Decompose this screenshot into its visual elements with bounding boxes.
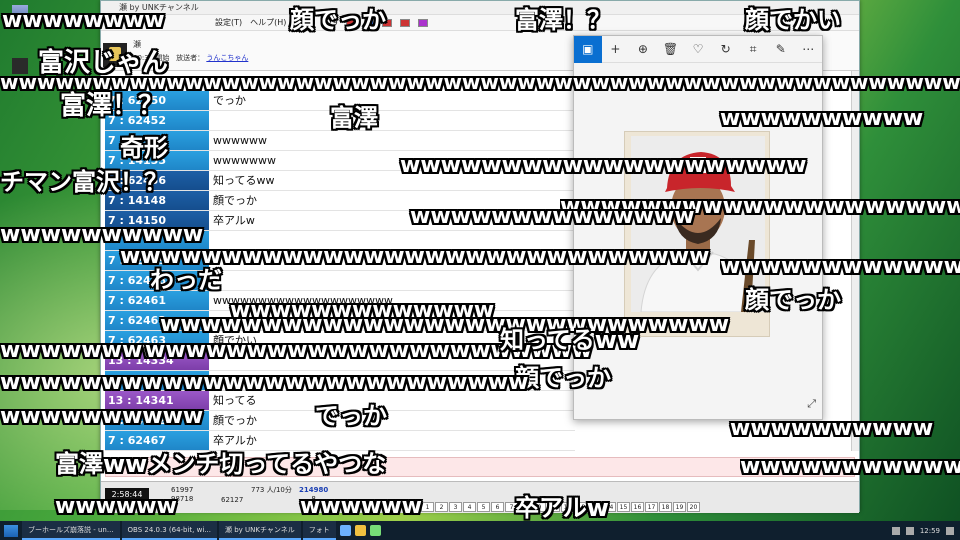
taskbar-task[interactable]: 瀬 by UNKチャンネル [218, 521, 301, 540]
volume-icon[interactable] [905, 526, 914, 535]
scrolling-comment: wwwwww [300, 494, 422, 519]
page-button[interactable]: 15 [617, 502, 630, 512]
page-button[interactable]: 1 [421, 502, 434, 512]
task-list: ブーホールズ崩落説 - un... OBS 24.0.3 (64-bit, wi.… [22, 521, 338, 540]
scrolling-comment: 奇形 [120, 134, 168, 162]
comment-text [209, 111, 575, 130]
comment-text: wwwwww [213, 134, 267, 147]
streamer-label: 放送者： [176, 54, 205, 62]
scrolling-comment: 顔でかい [745, 6, 841, 34]
scrolling-comment: wwwwwwwwww [0, 404, 204, 429]
page-button[interactable]: 16 [631, 502, 644, 512]
notification-icon[interactable] [946, 526, 954, 535]
more-icon[interactable]: ⋯ [795, 36, 823, 63]
pinned-app-icon[interactable] [369, 525, 381, 536]
scrolling-comment: でっか [315, 402, 387, 430]
scrolling-comment: 顔でっか [290, 6, 386, 34]
scrolling-comment: わっだ [150, 266, 222, 294]
stat-value: 773 人/10分 [251, 486, 292, 494]
scrolling-comment: wwwwwwwwww [730, 416, 934, 441]
system-tray: 12:59 [891, 526, 960, 535]
comment-number: 7 : 62467 [105, 431, 209, 450]
scrolling-comment: 富澤！？ [60, 91, 165, 121]
scrolling-comment: 卒アルw [515, 494, 609, 522]
page-button[interactable]: 19 [673, 502, 686, 512]
scrolling-comment: wwwwwwwwwwwwwwwwwwwwwwwwwwwwwwwwwwwwwwww… [0, 72, 960, 92]
comment-row[interactable]: 7 : 62467 卒アルか [105, 431, 575, 451]
scrolling-comment: wwwwwwwwwwwwwwwwwwwwwwwwwwwww [120, 244, 710, 269]
stat-value: 62127 [221, 496, 244, 504]
taskbar-task[interactable]: OBS 24.0.3 (64-bit, wi... [121, 521, 217, 540]
page-button[interactable]: 4 [463, 502, 476, 512]
scrolling-comment: wwwwww [55, 494, 177, 519]
comment-text [209, 271, 575, 290]
scrolling-comment: wwwwwwwwwwwwww [410, 204, 695, 229]
scrolling-comment: 富澤wwメンチ切ってるやつな [55, 450, 387, 478]
taskbar-task[interactable]: ブーホールズ崩落説 - un... [22, 521, 120, 540]
comment-row[interactable]: 7 : 14152 wwwwww [105, 131, 575, 151]
page-button[interactable]: 18 [659, 502, 672, 512]
crop-icon[interactable]: ⌗ [739, 36, 767, 63]
scrolling-comment: 顔でっか [745, 286, 841, 314]
pinned-app-icon[interactable] [339, 525, 351, 536]
comment-text: でっか [213, 94, 246, 107]
taskbar-task[interactable]: フォト [302, 521, 336, 540]
comment-text: 顔でっか [213, 414, 257, 427]
scrolling-comment: wwwwwwwwww [720, 106, 924, 131]
stat-value: 214980 [299, 486, 329, 494]
scrolling-comment: wwwwwwwwwwww [720, 256, 960, 278]
stat-visitors: 62127 [221, 496, 243, 505]
scrolling-comment: wwwwwwwwwwwwwwwwwwwwwwwwww [0, 370, 529, 395]
network-icon[interactable] [891, 526, 900, 535]
page-button[interactable]: 6 [491, 502, 504, 512]
tray-clock[interactable]: 12:59 [920, 527, 940, 535]
scrolling-comment: wwwwwwww [2, 8, 165, 33]
scrolling-comment: 富澤 [330, 104, 378, 132]
photo-toolbar: ▣ + ⊕ 🗑 ♡ ↻ ⌗ ✎ ⋯ [574, 35, 823, 63]
status-bar: 2:58:44 61997 98718 62127 773 人/10分 2149… [101, 481, 859, 513]
page-button[interactable]: 2 [435, 502, 448, 512]
scrolling-comment: 知ってるww [500, 326, 640, 354]
scrolling-comment: 顔でっか [515, 364, 611, 392]
page-button[interactable]: 5 [477, 502, 490, 512]
expand-icon[interactable]: ⤢ [807, 397, 816, 411]
page-button[interactable]: 3 [449, 502, 462, 512]
scrolling-comment: wwwwwwww [0, 338, 163, 363]
scrolling-comment: wwwwwwwwww [0, 222, 204, 247]
delete-icon[interactable]: 🗑 [657, 36, 685, 63]
scrolling-comment: チマン富沢！？ [0, 168, 168, 196]
edit-icon[interactable]: ✎ [767, 36, 795, 63]
zoom-in-icon[interactable]: + [602, 36, 630, 63]
stat-viewers: 773 人/10分 [251, 486, 292, 495]
comment-text: 卒アルか [213, 434, 257, 447]
heart-icon[interactable]: ♡ [684, 36, 712, 63]
purple-toggle-icon[interactable] [417, 19, 428, 27]
zoom-icon[interactable]: ⊕ [629, 36, 657, 63]
image-icon[interactable]: ▣ [574, 35, 602, 63]
page-button[interactable]: 20 [687, 502, 700, 512]
taskbar: ブーホールズ崩落説 - un... OBS 24.0.3 (64-bit, wi.… [0, 521, 960, 540]
scrolling-comment: 富澤！？ [515, 6, 611, 34]
scrolling-comment: wwwwwwwwwwwwwwwwwwww [400, 153, 807, 178]
red-toggle-icon[interactable] [399, 19, 410, 27]
pinned-folder-icon[interactable] [354, 525, 366, 536]
streamer-link[interactable]: うんこちゃん [206, 54, 248, 62]
page-button[interactable]: 17 [645, 502, 658, 512]
start-button[interactable] [4, 524, 18, 537]
scrolling-comment: wwwwwwwwwwwwwwwwwwwwwwwwwwww [160, 312, 730, 337]
scrolling-comment: wwwwwwwwwwww [740, 456, 960, 478]
menu-help[interactable]: ヘルプ(H) [250, 15, 286, 30]
menu-settings[interactable]: 設定(T) [215, 15, 242, 30]
rotate-icon[interactable]: ↻ [712, 36, 740, 63]
